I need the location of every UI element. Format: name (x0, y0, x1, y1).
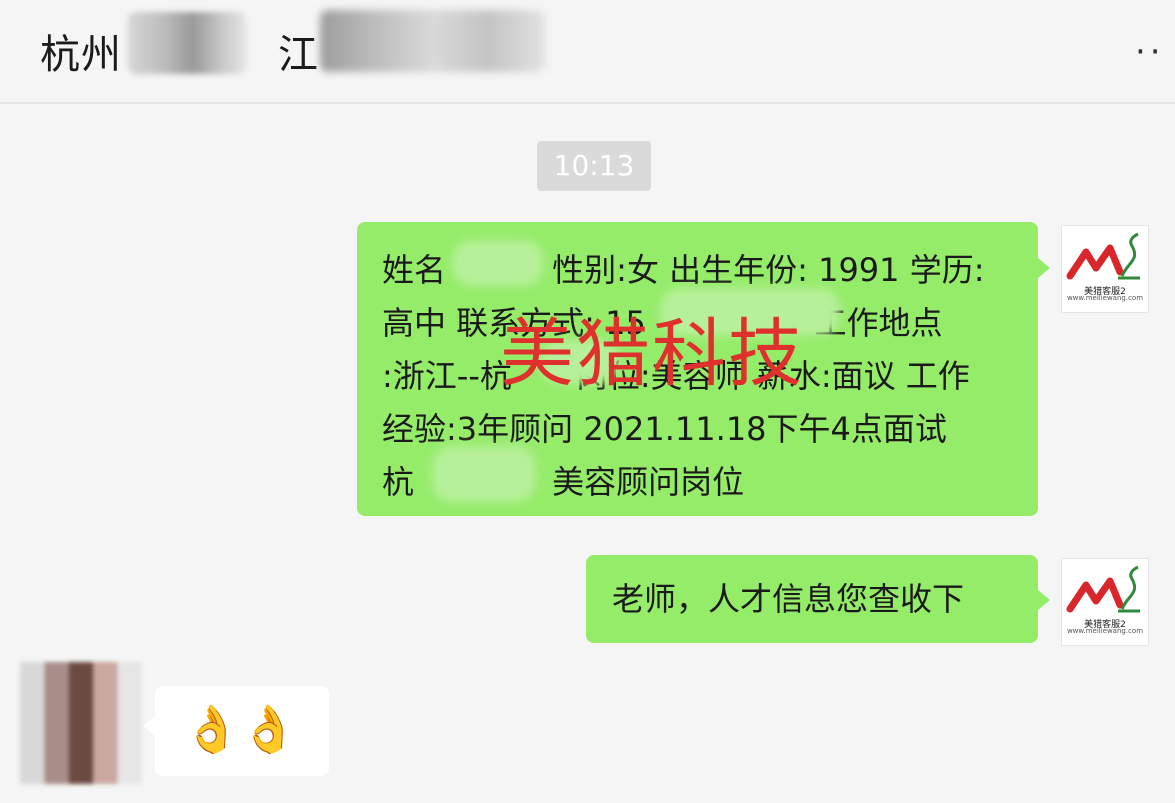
contact-avatar[interactable] (20, 662, 142, 784)
sender-avatar[interactable]: 美猎客服2 www.meiliewang.com (1062, 226, 1148, 312)
chat-title: 杭州 (40, 32, 122, 78)
bubble-tail (1038, 258, 1050, 278)
brand-logo-icon (1066, 232, 1140, 280)
bubble-tail (143, 716, 155, 736)
redacted-name (452, 240, 544, 286)
message-timestamp: 10:13 (537, 141, 651, 191)
brand-logo-icon (1066, 565, 1140, 613)
watermark-text: 美猎科技 (500, 311, 804, 397)
sent-message-bubble[interactable]: 老师，人才信息您查收下 (586, 555, 1038, 643)
avatar-url: www.meiliewang.com (1066, 627, 1144, 635)
ok-hand-emoji: 👌👌 (183, 702, 298, 756)
bubble-tail (1038, 590, 1050, 610)
avatar-url: www.meiliewang.com (1066, 294, 1144, 302)
more-options-icon[interactable]: ·· (1135, 32, 1175, 72)
received-message-bubble[interactable]: 👌👌 (155, 686, 329, 776)
chat-title-second: 江 (278, 32, 318, 78)
redacted-title-part (128, 12, 246, 74)
sender-avatar[interactable]: 美猎客服2 www.meiliewang.com (1062, 559, 1148, 645)
redacted-title-part (320, 10, 545, 72)
redacted-company (432, 446, 536, 502)
chat-header: 杭州 江 ·· (0, 0, 1175, 104)
